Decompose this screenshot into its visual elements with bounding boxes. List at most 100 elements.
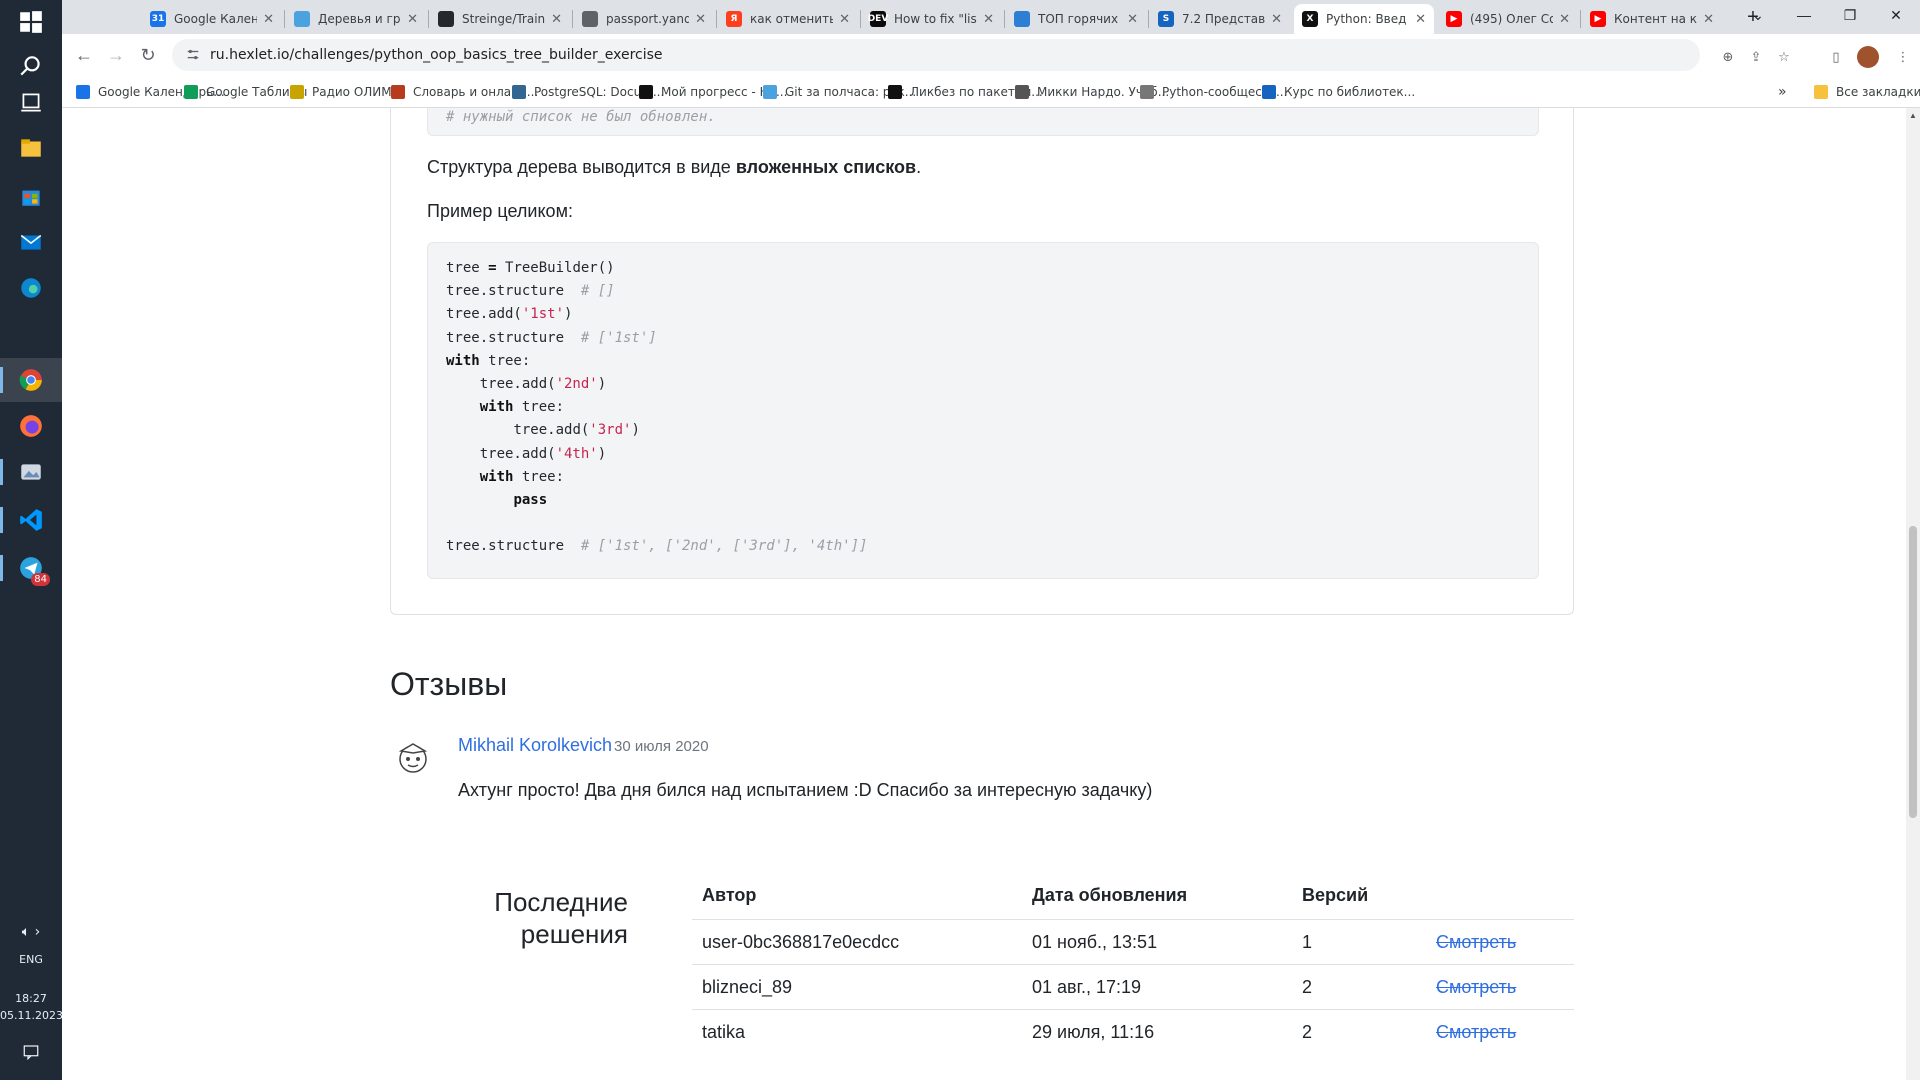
bookmark-item[interactable]: Курс по библиотек... [1262,82,1415,102]
tab-title: 7.2 Представл [1182,12,1266,26]
browser-tab[interactable]: DEV How to fix "lis ✕ [862,4,1002,34]
browser-tab[interactable]: 31 Google Кален ✕ [142,4,282,34]
view-solution-link[interactable]: Смотреть [1436,977,1516,998]
bookmark-item[interactable]: Google Таблицы [184,82,307,102]
tab-title: Python: Введ [1326,12,1407,26]
browser-tab[interactable]: Streinge/Train ✕ [430,4,570,34]
close-window-button[interactable]: ✕ [1873,0,1919,30]
bookmark-favicon-icon [512,85,526,99]
tab-close-icon[interactable]: ✕ [695,12,706,27]
bookmarks-bar: Google Календарь... Google Таблицы Радио О… [62,76,1920,108]
bookmark-star-icon[interactable]: ☆ [1775,48,1793,66]
browser-tab[interactable]: S 7.2 Представл ✕ [1150,4,1290,34]
notification-center-icon[interactable] [0,1030,62,1074]
tab-title: How to fix "lis [894,12,977,26]
all-bookmarks-label: Все закладки [1836,85,1920,99]
file-explorer-icon[interactable] [0,126,62,170]
task-view-icon[interactable] [0,80,62,124]
back-arrow-icon[interactable]: ← [70,41,98,69]
scroll-up-arrow[interactable]: ▲ [1909,112,1917,120]
tab-favicon-icon [438,11,454,27]
tab-favicon-icon: DEV [868,11,888,27]
browser-tab[interactable]: Якак отменить ✕ [718,4,858,34]
clock-date[interactable]: 05.11.2023 [0,1009,63,1022]
tab-search-icon[interactable]: ⌄ [1735,0,1781,30]
browser-tab[interactable]: ▶ Контент на ка ✕ [1582,4,1722,34]
tab-title: Streinge/Train [462,12,546,26]
photos-app-icon[interactable] [0,450,62,494]
share-icon[interactable]: ⇪ [1747,48,1765,66]
microsoft-store-icon[interactable] [0,174,62,218]
chrome-browser-icon[interactable] [0,358,62,402]
browser-tab[interactable]: passport.yand ✕ [574,4,714,34]
address-bar[interactable]: ru.hexlet.io/challenges/python_oop_basic… [172,39,1700,71]
bookmark-label: Радио ОЛИМП [312,85,401,99]
solution-date: 01 авг., 17:19 [1032,977,1142,997]
zoom-icon[interactable]: ⊕ [1719,48,1737,66]
vscode-icon[interactable] [0,498,62,542]
bookmark-label: Курс по библиотек... [1284,85,1416,99]
profile-avatar[interactable] [1857,46,1879,68]
paragraph-bold-text: вложенных списков [735,157,917,177]
all-bookmarks-folder[interactable]: Все закладки [1814,82,1920,102]
tab-close-icon[interactable]: ✕ [983,12,994,27]
tab-close-icon[interactable]: ✕ [1271,12,1282,27]
edge-browser-icon[interactable] [0,266,62,310]
solution-author: blizneci_89 [702,977,793,997]
tab-title: (495) Олег Со [1470,12,1554,26]
site-info-icon[interactable] [186,48,200,62]
tab-close-icon[interactable]: ✕ [1703,12,1714,27]
tab-close-icon[interactable]: ✕ [551,12,562,27]
url-text[interactable]: ru.hexlet.io/challenges/python_oop_basic… [210,47,663,63]
solution-date: 01 нояб., 13:51 [1032,932,1158,952]
tab-title: Деревья и гра [318,12,402,26]
solution-author: tatika [702,1022,746,1042]
browser-tab[interactable]: Деревья и гра ✕ [286,4,426,34]
code-token: tree: [513,399,565,416]
browser-tab[interactable]: ▶ (495) Олег Со ✕ [1438,4,1578,34]
browser-tab[interactable]: X Python: Введ ✕ [1294,4,1434,34]
solution-row: tatika 29 июля, 11:16 2 Смотреть [692,1009,1574,1054]
tab-close-icon[interactable]: ✕ [407,12,418,27]
reload-icon[interactable]: ↻ [134,41,162,69]
chrome-menu-icon[interactable]: ⋮ [1894,48,1912,66]
tab-close-icon[interactable]: ✕ [839,12,850,27]
telegram-unread-badge: 84 [31,573,50,586]
code-token: # ['1st'] [580,329,657,346]
browser-tab[interactable]: ТОП горячих ✕ [1006,4,1146,34]
tab-close-icon[interactable]: ✕ [1127,12,1138,27]
clock-time[interactable]: 18:27 [0,992,62,1005]
telegram-icon[interactable]: 84 [0,546,62,590]
code-line: pass [446,492,547,508]
page-scrollbar[interactable]: ▲ [1906,108,1920,1080]
volume-icon[interactable]: 🔈︎ › [0,924,62,940]
tab-close-icon[interactable]: ✕ [263,12,274,27]
bookmark-favicon-icon [391,85,405,99]
solution-versions: 2 [1302,977,1313,997]
tab-close-icon[interactable]: ✕ [1559,12,1570,27]
scrollbar-thumb[interactable] [1909,526,1917,818]
bookmark-favicon-icon [184,85,198,99]
tab-title: как отменить [750,12,834,26]
view-solution-link[interactable]: Смотреть [1436,932,1516,953]
language-indicator[interactable]: ENG [0,953,62,966]
review-text: Ахтунг просто! Два дня бился над испытан… [458,780,1153,800]
code-token: tree.structure [446,283,581,300]
view-solution-link[interactable]: Смотреть [1436,1022,1516,1043]
mail-icon[interactable] [0,220,62,264]
tab-favicon-icon: Я [726,11,742,27]
firefox-browser-icon[interactable] [0,404,62,448]
maximize-button[interactable]: ❐ [1827,0,1873,30]
tab-close-icon[interactable]: ✕ [1415,12,1426,27]
windows-start-icon[interactable] [0,0,62,44]
bookmark-item[interactable]: Радио ОЛИМП [290,82,401,102]
side-panel-icon[interactable]: ▯ [1827,48,1845,66]
forward-arrow-icon[interactable]: → [102,41,130,69]
tab-separator [572,10,573,28]
tab-separator [1580,10,1581,28]
column-header-versions: Версий [1302,885,1369,905]
review-author-link[interactable]: Mikhail Korolkevich [458,735,612,756]
code-line: tree.structure # ['1st', ['2nd', ['3rd']… [446,538,867,554]
bookmarks-overflow-button[interactable]: » [1778,82,1787,102]
minimize-button[interactable]: — [1781,0,1827,30]
